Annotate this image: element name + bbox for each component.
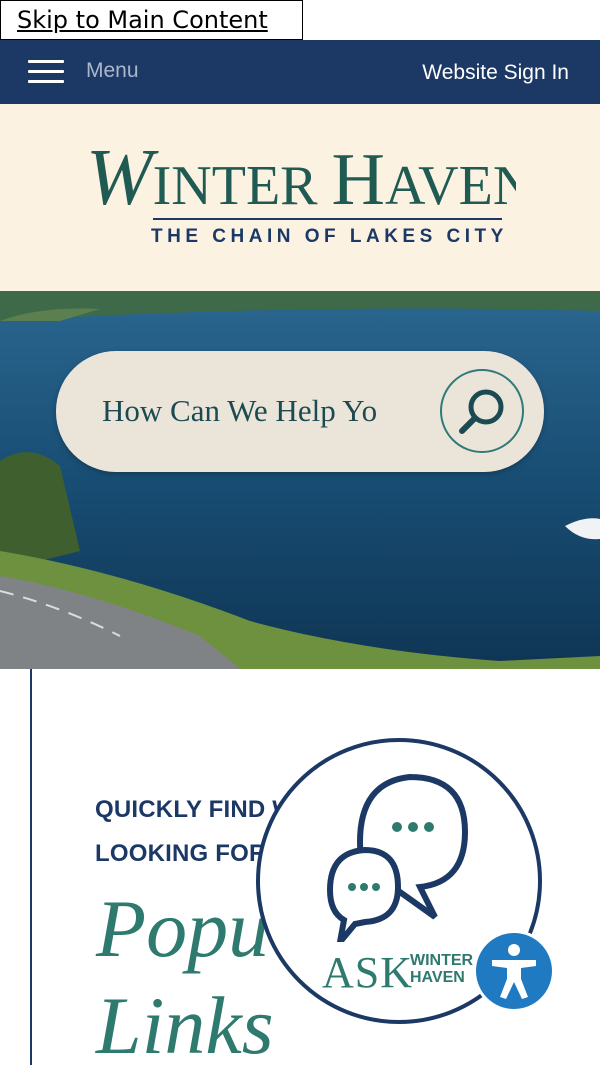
- menu-label[interactable]: Menu: [86, 59, 139, 83]
- popular-links-title-line-1: Popu: [96, 883, 270, 974]
- skip-to-main-content-link[interactable]: Skip to Main Content: [0, 0, 303, 40]
- accessibility-icon: [492, 944, 536, 999]
- search-button[interactable]: [440, 369, 524, 453]
- accessibility-button[interactable]: [476, 933, 552, 1009]
- winter-haven-logo[interactable]: WINTER HAVEN: [86, 138, 516, 218]
- logo-wordmark: WINTER HAVEN: [86, 138, 516, 218]
- popular-links-title-line-2: Links: [96, 980, 274, 1071]
- chat-bubbles-icon: [326, 773, 469, 942]
- section-accent-line: [30, 669, 32, 1065]
- logo-tagline: THE CHAIN OF LAKES CITY: [151, 226, 508, 247]
- top-navigation-bar: Menu Website Sign In: [0, 40, 600, 104]
- ask-sublabel: WINTER HAVEN: [410, 952, 474, 986]
- menu-icon[interactable]: [28, 58, 68, 86]
- website-sign-in-link[interactable]: Website Sign In: [422, 61, 569, 85]
- logo-divider: [153, 218, 502, 220]
- search-input[interactable]: How Can We Help Yo: [102, 393, 402, 429]
- site-search-box[interactable]: How Can We Help Yo: [56, 351, 544, 472]
- search-icon: [459, 389, 504, 434]
- hero-lake-image: [0, 291, 600, 669]
- ask-label: ASK: [322, 948, 414, 997]
- popular-links-kicker-line-2: LOOKING FOR: [95, 840, 267, 867]
